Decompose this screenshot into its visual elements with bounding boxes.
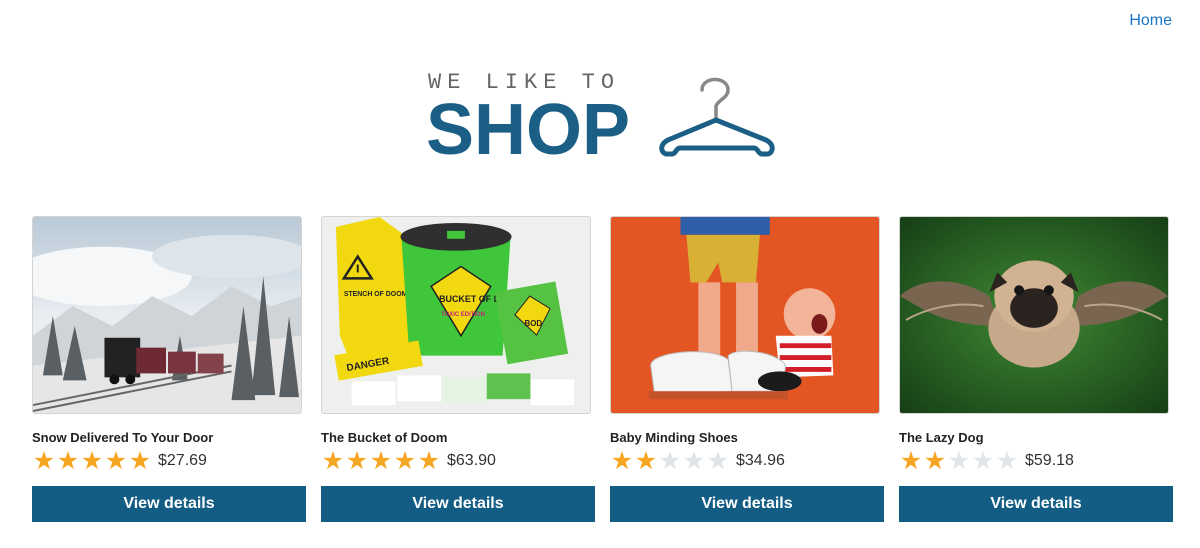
- product-title: The Bucket of Doom: [321, 430, 448, 445]
- star-filled-icon: ★: [321, 446, 345, 475]
- rating-row: ★ ★ ★ ★ ★ $63.90: [321, 448, 595, 474]
- product-grid: Snow Delivered To Your Door ★ ★ ★ ★ ★ $27.69…: [32, 216, 1173, 522]
- star-rating: ★ ★ ★ ★ ★: [32, 448, 152, 474]
- product-image-bucket-of-doom[interactable]: STENCH OF DOOM BUCKET OF DOOM TOXIC EDIT…: [321, 216, 591, 414]
- home-link[interactable]: Home: [1129, 12, 1172, 29]
- star-empty-icon: ★: [971, 446, 995, 475]
- product-title: The Lazy Dog: [899, 430, 984, 445]
- star-rating: ★ ★ ★ ★ ★: [610, 448, 730, 474]
- product-price: $34.96: [736, 452, 785, 469]
- star-filled-icon: ★: [923, 446, 947, 475]
- view-details-button[interactable]: View details: [321, 486, 595, 522]
- product-price: $27.69: [158, 452, 207, 469]
- product-card: The Lazy Dog ★ ★ ★ ★ ★ $59.18 View details: [899, 216, 1173, 522]
- product-price: $63.90: [447, 452, 496, 469]
- star-filled-icon: ★: [417, 446, 441, 475]
- bod-label: BOD: [524, 319, 542, 328]
- view-details-button[interactable]: View details: [32, 486, 306, 522]
- star-rating: ★ ★ ★ ★ ★: [321, 448, 441, 474]
- product-image-lazy-dog[interactable]: [899, 216, 1169, 414]
- product-image-snow-train[interactable]: [32, 216, 302, 414]
- product-card: Snow Delivered To Your Door ★ ★ ★ ★ ★ $27.69…: [32, 216, 306, 522]
- star-empty-icon: ★: [706, 446, 730, 475]
- star-filled-icon: ★: [634, 446, 658, 475]
- star-filled-icon: ★: [393, 446, 417, 475]
- product-title: Snow Delivered To Your Door: [32, 430, 214, 445]
- star-empty-icon: ★: [947, 446, 971, 475]
- star-empty-icon: ★: [995, 446, 1019, 475]
- stench-label: STENCH OF DOOM: [344, 291, 408, 298]
- logo-wordmark: SHOP: [426, 90, 631, 170]
- star-filled-icon: ★: [32, 446, 56, 475]
- product-image-baby-shoes[interactable]: [610, 216, 880, 414]
- star-filled-icon: ★: [610, 446, 634, 475]
- star-empty-icon: ★: [682, 446, 706, 475]
- star-filled-icon: ★: [56, 446, 80, 475]
- star-filled-icon: ★: [899, 446, 923, 475]
- product-card: Baby Minding Shoes ★ ★ ★ ★ ★ $34.96 View det…: [610, 216, 884, 522]
- rating-row: ★ ★ ★ ★ ★ $27.69: [32, 448, 306, 474]
- rating-row: ★ ★ ★ ★ ★ $34.96: [610, 448, 884, 474]
- star-filled-icon: ★: [80, 446, 104, 475]
- view-details-button[interactable]: View details: [610, 486, 884, 522]
- star-empty-icon: ★: [658, 446, 682, 475]
- shop-logo: WE LIKE TO SHOP: [426, 66, 786, 176]
- star-filled-icon: ★: [128, 446, 152, 475]
- star-filled-icon: ★: [345, 446, 369, 475]
- bucket-sub-label: TOXIC EDITION: [441, 312, 485, 318]
- star-filled-icon: ★: [369, 446, 393, 475]
- star-rating: ★ ★ ★ ★ ★: [899, 448, 1019, 474]
- product-price: $59.18: [1025, 452, 1074, 469]
- product-title: Baby Minding Shoes: [610, 430, 738, 445]
- rating-row: ★ ★ ★ ★ ★ $59.18: [899, 448, 1173, 474]
- hanger-icon: [659, 77, 775, 157]
- view-details-button[interactable]: View details: [899, 486, 1173, 522]
- top-nav: Home: [1129, 12, 1172, 30]
- star-filled-icon: ★: [104, 446, 128, 475]
- product-card: STENCH OF DOOM BUCKET OF DOOM TOXIC EDIT…: [321, 216, 595, 522]
